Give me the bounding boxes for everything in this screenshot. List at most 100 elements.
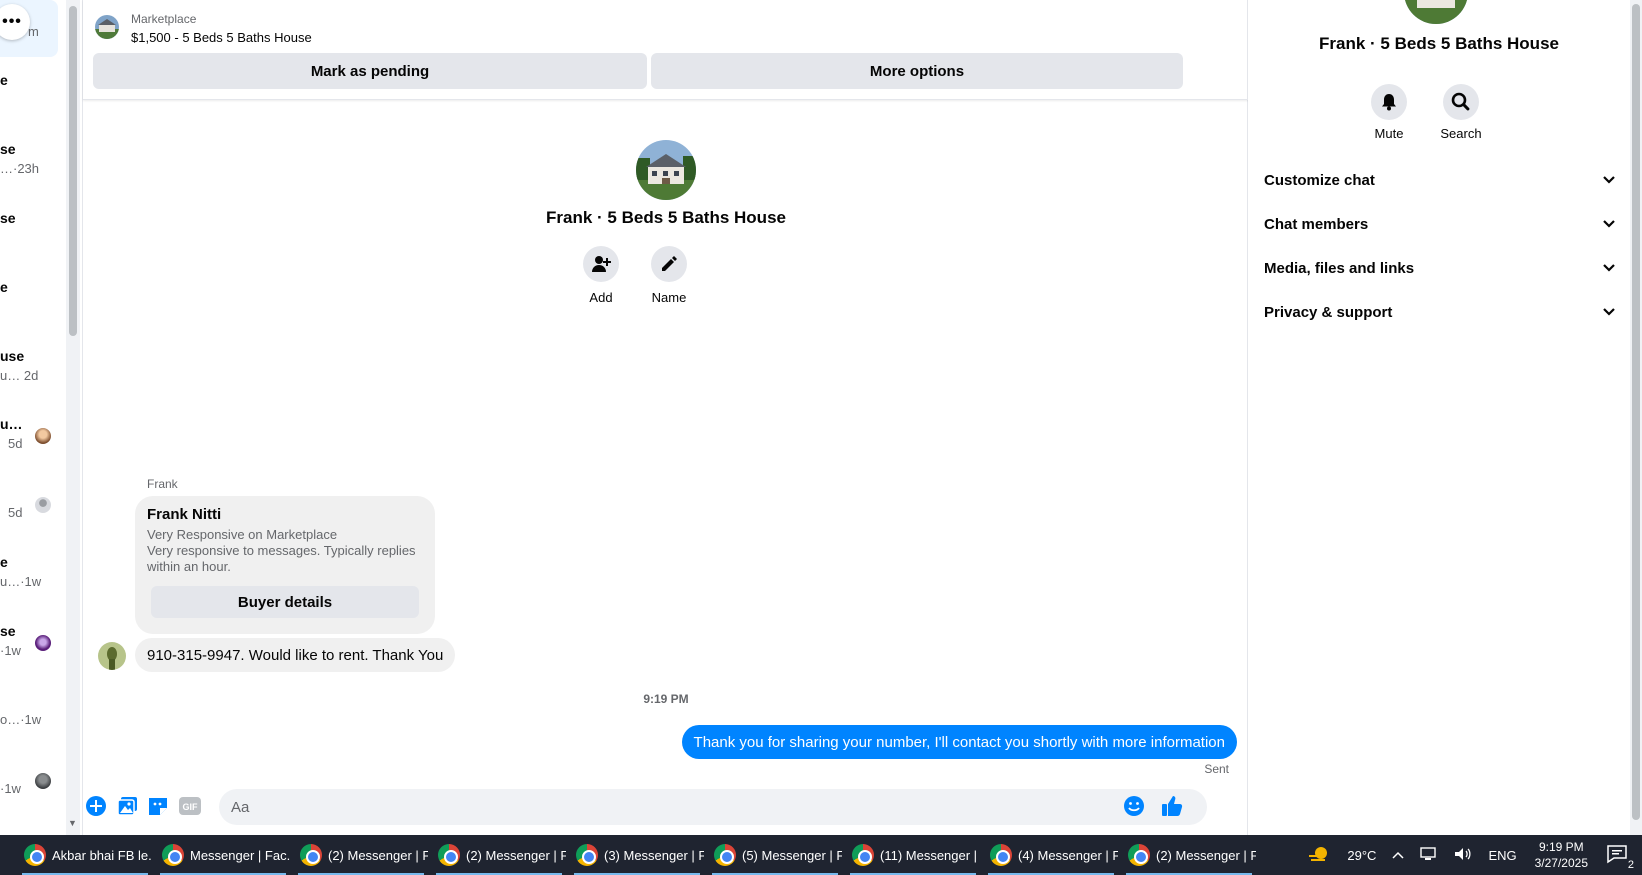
network-icon[interactable] bbox=[1420, 846, 1438, 864]
conversation-item[interactable]: se …·23h bbox=[0, 141, 66, 201]
notifications-icon[interactable]: 2 bbox=[1606, 844, 1634, 871]
input-language[interactable]: ENG bbox=[1488, 848, 1516, 863]
taskbar-item-label: (4) Messenger | F... bbox=[1018, 847, 1118, 863]
volume-icon[interactable] bbox=[1454, 847, 1472, 864]
chrome-icon bbox=[438, 844, 460, 866]
section-media-files-links[interactable]: Media, files and links bbox=[1264, 248, 1616, 288]
conversation-item[interactable]: se bbox=[0, 210, 66, 270]
name-action[interactable]: Name bbox=[639, 246, 699, 305]
taskbar-item-label: (3) Messenger | F... bbox=[604, 847, 704, 863]
section-customize-chat[interactable]: Customize chat bbox=[1264, 160, 1616, 200]
conversation-title: se bbox=[0, 141, 16, 157]
chevron-down-icon bbox=[1603, 264, 1615, 272]
conversation-title: se bbox=[0, 623, 16, 639]
marketplace-label: Marketplace bbox=[131, 12, 197, 26]
conversation-title: u… bbox=[0, 416, 23, 432]
listing-title[interactable]: $1,500 - 5 Beds 5 Baths House bbox=[131, 30, 312, 45]
search-icon[interactable] bbox=[1443, 84, 1479, 120]
taskbar-item[interactable]: (5) Messenger | F... bbox=[708, 835, 842, 875]
clock-date: 3/27/2025 bbox=[1534, 856, 1588, 870]
scrollbar-thumb[interactable] bbox=[69, 6, 77, 336]
weather-icon[interactable] bbox=[1309, 845, 1331, 866]
conversation-item[interactable]: se ·1w bbox=[0, 623, 66, 683]
conversation-title: e bbox=[0, 72, 8, 88]
incoming-message[interactable]: 910-315-9947. Would like to rent. Thank … bbox=[135, 638, 456, 672]
taskbar-item[interactable]: Messenger | Fac... bbox=[156, 835, 290, 875]
scroll-down-arrow-icon[interactable]: ▼ bbox=[68, 818, 77, 828]
taskbar-item-label: (5) Messenger | F... bbox=[742, 847, 842, 863]
buyer-name[interactable]: Frank Nitti bbox=[147, 506, 221, 523]
pencil-icon[interactable] bbox=[651, 246, 687, 282]
buyer-details-button[interactable]: Buyer details bbox=[151, 586, 419, 618]
conversation-snippet: u…·1w bbox=[0, 574, 42, 589]
conversation-snippet: …·23h bbox=[0, 161, 40, 176]
conversation-time: m bbox=[28, 24, 39, 39]
gif-icon[interactable]: GIF bbox=[177, 795, 203, 817]
conversation-title: e bbox=[0, 279, 8, 295]
section-chat-members[interactable]: Chat members bbox=[1264, 204, 1616, 244]
info-panel-scrollbar[interactable] bbox=[1630, 0, 1642, 835]
thumbs-up-icon[interactable] bbox=[1159, 795, 1185, 817]
search-label: Search bbox=[1440, 126, 1482, 141]
message-input[interactable] bbox=[219, 789, 1207, 825]
taskbar-item[interactable]: (11) Messenger | ... bbox=[846, 835, 980, 875]
taskbar-item[interactable]: (2) Messenger | F... bbox=[1122, 835, 1256, 875]
conversation-item[interactable]: ·1w bbox=[0, 761, 66, 821]
conversation-snippet: o…·1w bbox=[0, 712, 42, 727]
outgoing-message[interactable]: Thank you for sharing your number, I'll … bbox=[681, 725, 1237, 759]
marketplace-header: Marketplace $1,500 - 5 Beds 5 Baths Hous… bbox=[83, 0, 1249, 100]
chrome-icon bbox=[162, 844, 184, 866]
taskbar-item[interactable]: (3) Messenger | F... bbox=[570, 835, 704, 875]
chevron-up-icon[interactable] bbox=[1392, 848, 1404, 863]
taskbar-item[interactable]: Akbar bhai FB le... bbox=[18, 835, 152, 875]
clock[interactable]: 9:19 PM 3/27/2025 bbox=[1535, 839, 1588, 871]
chrome-icon bbox=[24, 844, 46, 866]
info-title: Frank · 5 Beds 5 Baths House bbox=[1319, 34, 1559, 53]
photo-icon[interactable] bbox=[117, 795, 139, 817]
emoji-icon[interactable] bbox=[1123, 795, 1145, 817]
conversation-list-scrollbar[interactable]: ▼ bbox=[66, 0, 80, 835]
more-options-button[interactable]: More options bbox=[651, 53, 1183, 89]
taskbar-item[interactable]: (2) Messenger | F... bbox=[294, 835, 428, 875]
taskbar-item[interactable]: (2) Messenger | F... bbox=[432, 835, 566, 875]
taskbar-item-label: (2) Messenger | F... bbox=[466, 847, 566, 863]
add-people-action[interactable]: Add bbox=[571, 246, 631, 305]
buyer-profile-card: Frank Nitti Very Responsive on Marketpla… bbox=[135, 496, 435, 634]
add-person-icon[interactable] bbox=[583, 246, 619, 282]
taskbar-item-label: (2) Messenger | F... bbox=[328, 847, 428, 863]
taskbar-item-label: (11) Messenger | ... bbox=[880, 847, 980, 863]
conversation-item[interactable]: o…·1w bbox=[0, 692, 66, 752]
section-label: Customize chat bbox=[1264, 171, 1375, 189]
conversation-item[interactable]: u… 5d bbox=[0, 416, 66, 476]
message-timestamp: 9:19 PM bbox=[643, 692, 689, 706]
mark-as-pending-button[interactable]: Mark as pending bbox=[93, 53, 647, 89]
sticker-icon[interactable] bbox=[147, 795, 169, 817]
section-label: Media, files and links bbox=[1264, 259, 1415, 277]
buyer-responsiveness: Very Responsive on Marketplace bbox=[147, 527, 338, 542]
scrollbar-thumb[interactable] bbox=[1632, 4, 1640, 820]
composer: GIF bbox=[83, 785, 1249, 829]
taskbar: Akbar bhai FB le... Messenger | Fac... (… bbox=[0, 835, 1642, 875]
sender-avatar[interactable] bbox=[98, 642, 126, 670]
chrome-icon bbox=[990, 844, 1012, 866]
conversation-item[interactable]: use u… 2d bbox=[0, 348, 66, 408]
plus-circle-icon[interactable] bbox=[85, 795, 107, 817]
avatar bbox=[35, 428, 51, 444]
system-tray: 29°C ENG 9:19 PM 3/27/2025 2 bbox=[1301, 835, 1642, 875]
mute-action[interactable]: Mute bbox=[1354, 84, 1424, 141]
section-privacy-support[interactable]: Privacy & support bbox=[1264, 292, 1616, 332]
search-action[interactable]: Search bbox=[1426, 84, 1496, 141]
section-label: Privacy & support bbox=[1264, 303, 1393, 321]
taskbar-item[interactable]: (4) Messenger | F... bbox=[984, 835, 1118, 875]
chrome-icon bbox=[300, 844, 322, 866]
chrome-icon bbox=[714, 844, 736, 866]
bell-icon[interactable] bbox=[1371, 84, 1407, 120]
conversation-item[interactable]: 5d bbox=[0, 485, 66, 545]
chrome-icon bbox=[1128, 844, 1150, 866]
screen: m ••• e se …·23h se e use u… 2d u… 5d 5d… bbox=[0, 0, 1642, 875]
weather-temperature[interactable]: 29°C bbox=[1347, 848, 1376, 863]
conversation-item[interactable]: e u…·1w bbox=[0, 554, 66, 614]
conversation-item[interactable]: e bbox=[0, 279, 66, 339]
listing-thumbnail[interactable] bbox=[95, 15, 119, 39]
conversation-item[interactable]: e bbox=[0, 72, 66, 132]
